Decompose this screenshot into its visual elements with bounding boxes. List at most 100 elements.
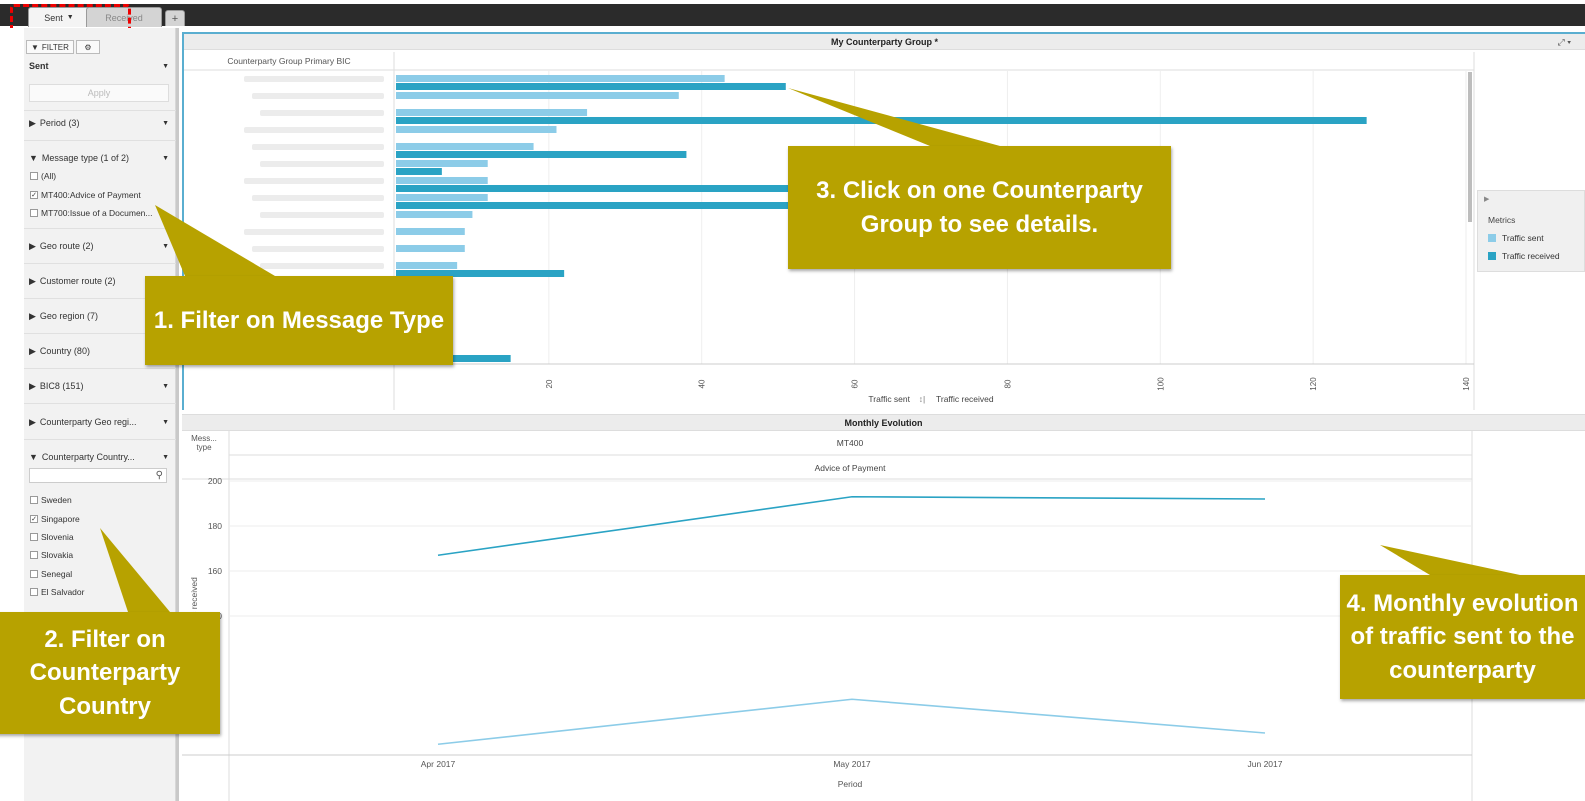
checkbox-label: Sweden bbox=[41, 495, 72, 505]
legend-label: Traffic received bbox=[1502, 251, 1560, 261]
checkbox-mt700[interactable]: MT700:Issue of a Documen... bbox=[30, 207, 153, 219]
section-message-type[interactable]: ▼ Message type (1 of 2) ▼ bbox=[29, 151, 169, 165]
checkbox-country[interactable]: Slovenia bbox=[30, 531, 74, 543]
category-label[interactable] bbox=[260, 161, 384, 167]
x-tick-label: Jun 2017 bbox=[1248, 759, 1283, 769]
expand-arrow-icon: ▶ bbox=[29, 275, 36, 286]
checkbox-icon[interactable] bbox=[30, 533, 38, 541]
bar-traffic-sent[interactable] bbox=[396, 245, 465, 252]
bar-traffic-sent[interactable] bbox=[396, 262, 458, 269]
chevron-down-icon: ▼ bbox=[162, 418, 169, 426]
y-tick-label: 160 bbox=[208, 566, 222, 576]
divider bbox=[24, 140, 176, 141]
bar-traffic-received[interactable] bbox=[396, 151, 687, 158]
expand-arrow-icon: ▶ bbox=[29, 380, 36, 391]
bar-traffic-received[interactable] bbox=[396, 185, 855, 192]
view-select[interactable]: Sent ▼ bbox=[29, 58, 169, 74]
expand-arrow-icon: ▶ bbox=[29, 345, 36, 356]
section-geo-route[interactable]: ▶ Geo route (2) ▼ bbox=[29, 239, 169, 253]
checkbox-country[interactable]: Slovakia bbox=[30, 549, 73, 561]
bar-traffic-sent[interactable] bbox=[396, 75, 725, 82]
checkbox-all[interactable]: (All) bbox=[30, 170, 56, 182]
legend-collapse-icon[interactable]: ▶ bbox=[1484, 195, 1489, 203]
bar-traffic-received[interactable] bbox=[396, 117, 1367, 124]
checkbox-checked-icon[interactable]: ✓ bbox=[30, 515, 38, 523]
mt-description: Advice of Payment bbox=[815, 463, 887, 473]
bar-traffic-sent[interactable] bbox=[396, 143, 534, 150]
category-label[interactable] bbox=[244, 229, 384, 235]
bar-traffic-sent[interactable] bbox=[396, 92, 679, 99]
x-tick-label: 20 bbox=[545, 379, 554, 388]
callout-monthly-evolution: 4. Monthly evolution of traffic sent to … bbox=[1340, 575, 1585, 699]
section-cp-geo-region[interactable]: ▶ Counterparty Geo regi... ▼ bbox=[29, 415, 169, 429]
checkbox-icon[interactable] bbox=[30, 588, 38, 596]
checkbox-icon[interactable] bbox=[30, 209, 38, 217]
checkbox-country[interactable]: Sweden bbox=[30, 494, 72, 506]
legend-item-received[interactable]: Traffic received bbox=[1488, 251, 1560, 261]
checkbox-mt400[interactable]: ✓ MT400:Advice of Payment bbox=[30, 189, 141, 201]
divider bbox=[24, 110, 176, 111]
checkbox-icon[interactable] bbox=[30, 172, 38, 180]
x-tick-label: 60 bbox=[851, 379, 860, 388]
series-line-traffic-sent[interactable] bbox=[437, 698, 1266, 746]
category-label[interactable] bbox=[252, 246, 384, 252]
bar-traffic-sent[interactable] bbox=[396, 228, 465, 235]
checkbox-checked-icon[interactable]: ✓ bbox=[30, 191, 38, 199]
country-search-input[interactable]: ⚲ bbox=[29, 468, 167, 483]
checkbox-country[interactable]: Senegal bbox=[30, 568, 72, 580]
legend-label: Traffic sent bbox=[1502, 233, 1544, 243]
bar-traffic-sent[interactable] bbox=[396, 194, 488, 201]
bar-traffic-received[interactable] bbox=[396, 168, 442, 175]
checkbox-label: MT400:Advice of Payment bbox=[41, 190, 141, 200]
checkbox-icon[interactable] bbox=[30, 496, 38, 504]
category-label[interactable] bbox=[244, 178, 384, 184]
category-label[interactable] bbox=[244, 127, 384, 133]
checkbox-icon[interactable] bbox=[30, 551, 38, 559]
category-label[interactable] bbox=[244, 76, 384, 82]
apply-button[interactable]: Apply bbox=[29, 84, 169, 102]
section-period[interactable]: ▶ Period (3) ▼ bbox=[29, 116, 169, 130]
checkbox-label: Senegal bbox=[41, 569, 73, 579]
x-tick-label: May 2017 bbox=[833, 759, 871, 769]
gear-icon: ⚙ bbox=[84, 42, 92, 52]
bar-traffic-sent[interactable] bbox=[396, 160, 488, 167]
expand-icon[interactable]: ⤢ ▾ bbox=[1558, 37, 1571, 48]
filter-tab[interactable]: ▼ FILTER bbox=[26, 40, 74, 54]
settings-tab[interactable]: ⚙ bbox=[76, 40, 100, 54]
checkbox-icon[interactable] bbox=[30, 570, 38, 578]
bar-traffic-sent[interactable] bbox=[396, 109, 588, 116]
mess-type-header-2: type bbox=[196, 443, 212, 452]
collapse-arrow-icon: ▼ bbox=[29, 452, 38, 462]
checkbox-country[interactable]: El Salvador bbox=[30, 586, 84, 598]
category-label[interactable] bbox=[260, 212, 384, 218]
section-bic8-label: BIC8 (151) bbox=[39, 381, 84, 391]
bar-traffic-sent[interactable] bbox=[396, 211, 473, 218]
bar-traffic-sent[interactable] bbox=[396, 126, 557, 133]
panel-title: My Counterparty Group * bbox=[184, 34, 1585, 50]
scrollbar-thumb[interactable] bbox=[1468, 72, 1472, 222]
category-label[interactable] bbox=[260, 110, 384, 116]
category-label[interactable] bbox=[252, 195, 384, 201]
swatch-sent bbox=[1488, 234, 1496, 242]
line-tick-labels: 140160180200Apr 2017May 2017Jun 2017 bbox=[208, 476, 1283, 769]
section-geo-region-label: Geo region (7) bbox=[39, 311, 98, 321]
mess-type-header: Mess... bbox=[191, 434, 217, 443]
bar-traffic-received[interactable] bbox=[396, 83, 786, 90]
legend-title: Metrics bbox=[1488, 215, 1516, 225]
section-cp-country[interactable]: ▼ Counterparty Country... ▼ bbox=[29, 450, 169, 464]
divider bbox=[24, 403, 176, 404]
section-bic8[interactable]: ▶ BIC8 (151) ▼ bbox=[29, 379, 169, 393]
category-label[interactable] bbox=[260, 263, 384, 269]
bar-traffic-received[interactable] bbox=[396, 202, 855, 209]
x-tick-label: 120 bbox=[1309, 377, 1318, 391]
x-tick-label: 40 bbox=[698, 379, 707, 388]
category-label[interactable] bbox=[252, 144, 384, 150]
checkbox-country[interactable]: ✓ Singapore bbox=[30, 513, 80, 525]
expand-arrow-icon: ▶ bbox=[29, 310, 36, 321]
category-label[interactable] bbox=[252, 93, 384, 99]
bar-traffic-sent[interactable] bbox=[396, 177, 488, 184]
add-tab-button[interactable]: + bbox=[165, 10, 185, 26]
filter-icon: ▼ bbox=[31, 42, 39, 52]
line-gridlines bbox=[230, 480, 1472, 617]
legend-item-sent[interactable]: Traffic sent bbox=[1488, 233, 1544, 243]
